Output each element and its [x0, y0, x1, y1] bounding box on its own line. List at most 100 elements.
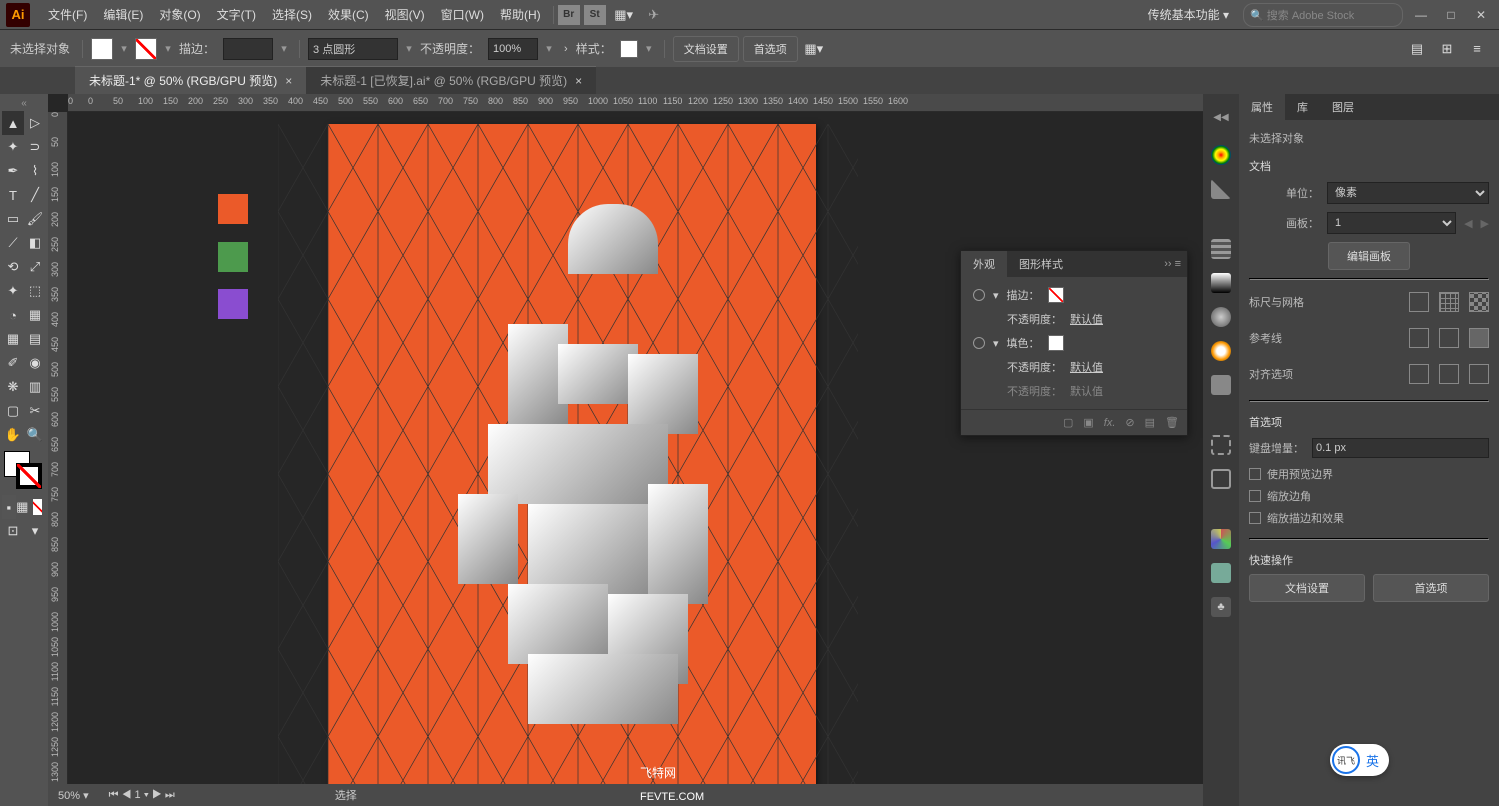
- snap-icon[interactable]: [1469, 328, 1489, 348]
- window-close[interactable]: ✕: [1469, 6, 1493, 24]
- swatches-panel-icon[interactable]: [1211, 529, 1231, 549]
- rotate-tool[interactable]: ⟲: [2, 255, 24, 279]
- artboard-select[interactable]: 1: [1327, 212, 1456, 234]
- menu-object[interactable]: 对象(O): [151, 2, 208, 27]
- page-nav[interactable]: ⏮ ◀ 1 ▾ ▶ ⏭: [109, 789, 175, 802]
- color-panel-icon[interactable]: [1211, 145, 1231, 165]
- scale-strokes-cb[interactable]: [1249, 512, 1261, 524]
- tab-layers[interactable]: 图层: [1320, 94, 1366, 120]
- curvature-tool[interactable]: ⌇: [24, 159, 46, 183]
- new-stroke-icon[interactable]: ▢: [1063, 416, 1073, 429]
- stroke-swatch[interactable]: [135, 38, 157, 60]
- rectangle-tool[interactable]: ▭: [2, 207, 24, 231]
- stroke-none-swatch[interactable]: [1048, 287, 1064, 303]
- duplicate-icon[interactable]: ▤: [1145, 416, 1155, 429]
- scale-tool[interactable]: ⤢: [24, 255, 46, 279]
- transform-panel-icon[interactable]: [1211, 435, 1231, 455]
- screen-mode-full[interactable]: ▾: [24, 519, 46, 543]
- lasso-tool[interactable]: ⊃: [24, 135, 46, 159]
- ime-indicator[interactable]: 讯飞 英: [1330, 744, 1389, 776]
- new-fill-icon[interactable]: ▣: [1083, 416, 1093, 429]
- doc-tab-2[interactable]: 未标题-1 [已恢复].ai* @ 50% (RGB/GPU 预览)×: [306, 66, 596, 94]
- artboard-tool[interactable]: ▢: [2, 399, 24, 423]
- stroke-panel-icon[interactable]: [1211, 239, 1231, 259]
- prefs-button[interactable]: 首选项: [743, 36, 798, 62]
- visibility-icon[interactable]: [973, 337, 985, 349]
- transp-grid-icon[interactable]: [1469, 292, 1489, 312]
- zoom-level[interactable]: 50%: [58, 790, 80, 802]
- menu-select[interactable]: 选择(S): [264, 2, 320, 27]
- close-icon[interactable]: ×: [575, 74, 582, 88]
- zoom-tool[interactable]: 🔍: [24, 423, 46, 447]
- paintbrush-tool[interactable]: 🖌: [24, 207, 46, 231]
- fill-stroke-control[interactable]: [4, 451, 44, 491]
- ruler-vertical[interactable]: 0501001502002503003504004505005506006507…: [48, 112, 68, 792]
- slice-tool[interactable]: ✂: [24, 399, 46, 423]
- align-panel-icon[interactable]: [1211, 469, 1231, 489]
- appearance-panel[interactable]: 外观 图形样式 ›› ≡ ▾描边： 不透明度：默认值 ▾填色： 不透明度：默认值…: [960, 250, 1188, 436]
- shape-builder-tool[interactable]: ◔: [2, 303, 24, 327]
- brushes-panel-icon[interactable]: [1211, 563, 1231, 583]
- doc-tab-1[interactable]: 未标题-1* @ 50% (RGB/GPU 预览)×: [75, 66, 306, 94]
- delete-icon[interactable]: 🗑: [1165, 416, 1179, 429]
- hand-tool[interactable]: ✋: [2, 423, 24, 447]
- symbol-sprayer-tool[interactable]: ❋: [2, 375, 24, 399]
- menu-edit[interactable]: 编辑(E): [95, 2, 151, 27]
- search-stock[interactable]: 🔍 搜索 Adobe Stock: [1243, 3, 1403, 27]
- symbols-panel-icon[interactable]: ♣: [1211, 597, 1231, 617]
- menu-file[interactable]: 文件(F): [40, 2, 95, 27]
- appearance-panel-icon[interactable]: [1211, 341, 1231, 361]
- edit-artboard-button[interactable]: 编辑画板: [1328, 242, 1410, 270]
- color-guide-icon[interactable]: [1211, 179, 1231, 199]
- menu-effect[interactable]: 效果(C): [320, 2, 377, 27]
- align-key-icon[interactable]: [1439, 364, 1459, 384]
- workspace-selector[interactable]: 传统基本功能 ▾: [1140, 2, 1237, 27]
- free-transform-tool[interactable]: ⬚: [24, 279, 46, 303]
- color-mode[interactable]: ▪: [2, 495, 16, 519]
- gpu-icon[interactable]: ✈: [642, 3, 666, 27]
- quick-doc-setup[interactable]: 文档设置: [1249, 574, 1365, 602]
- window-minimize[interactable]: —: [1409, 6, 1433, 24]
- fill-white-swatch[interactable]: [1048, 335, 1064, 351]
- tab-graphic-styles[interactable]: 图形样式: [1007, 251, 1075, 277]
- grid-icon[interactable]: [1439, 292, 1459, 312]
- menu-view[interactable]: 视图(V): [377, 2, 433, 27]
- graphic-styles-icon[interactable]: [1211, 375, 1231, 395]
- line-tool[interactable]: ╱: [24, 183, 46, 207]
- mesh-tool[interactable]: ▦: [2, 327, 24, 351]
- menu-window[interactable]: 窗口(W): [433, 2, 492, 27]
- perspective-tool[interactable]: ▦: [24, 303, 46, 327]
- bridge-icon[interactable]: Br: [558, 5, 580, 25]
- transparency-panel-icon[interactable]: [1211, 307, 1231, 327]
- fx-icon[interactable]: fx.: [1104, 417, 1116, 429]
- key-increment-input[interactable]: [1312, 438, 1489, 458]
- panel-menu-icon[interactable]: ≡: [1465, 37, 1489, 61]
- window-maximize[interactable]: □: [1439, 6, 1463, 24]
- align-selection-icon[interactable]: [1409, 364, 1429, 384]
- none-mode[interactable]: [33, 499, 42, 515]
- prev-artboard[interactable]: ◀: [1464, 217, 1472, 230]
- doc-setup-button[interactable]: 文档设置: [673, 36, 739, 62]
- gradient-mode[interactable]: ▦: [16, 495, 30, 519]
- direct-select-tool[interactable]: ▷: [24, 111, 46, 135]
- screen-mode[interactable]: ⊡: [2, 519, 24, 543]
- doc-info-icon[interactable]: ▤: [1405, 37, 1429, 61]
- fill-swatch[interactable]: [91, 38, 113, 60]
- clear-icon[interactable]: ⊘: [1125, 416, 1134, 429]
- stroke-profile[interactable]: [308, 38, 398, 60]
- quick-prefs[interactable]: 首选项: [1373, 574, 1489, 602]
- tab-libraries[interactable]: 库: [1285, 94, 1320, 120]
- type-tool[interactable]: T: [2, 183, 24, 207]
- transform-icon[interactable]: ⊞: [1435, 37, 1459, 61]
- tab-appearance[interactable]: 外观: [961, 251, 1007, 277]
- pen-tool[interactable]: ✒: [2, 159, 24, 183]
- unit-select[interactable]: 像素: [1327, 182, 1489, 204]
- style-swatch[interactable]: [620, 40, 638, 58]
- scale-corners-cb[interactable]: [1249, 490, 1261, 502]
- tab-properties[interactable]: 属性: [1239, 94, 1285, 120]
- preview-bounds-cb[interactable]: [1249, 468, 1261, 480]
- stock-icon[interactable]: St: [584, 5, 606, 25]
- width-tool[interactable]: ✦: [2, 279, 24, 303]
- align-artboard-icon[interactable]: [1469, 364, 1489, 384]
- menu-help[interactable]: 帮助(H): [492, 2, 549, 27]
